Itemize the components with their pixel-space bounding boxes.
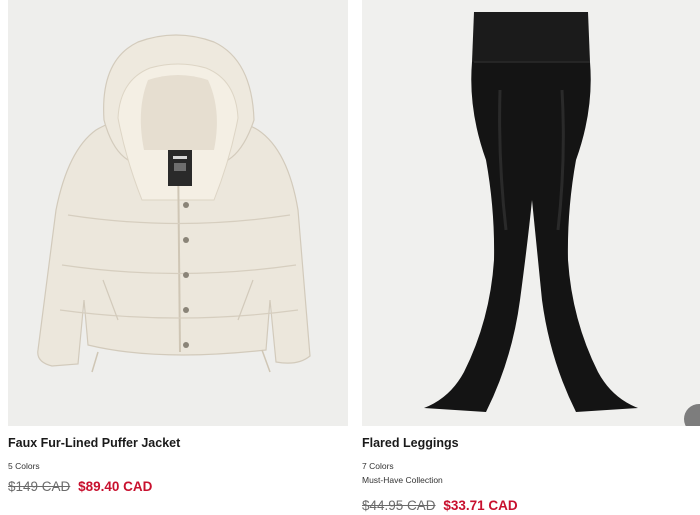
original-price: $149 CAD bbox=[8, 479, 71, 494]
sale-price: $89.40 CAD bbox=[78, 479, 153, 494]
product-name[interactable]: Faux Fur-Lined Puffer Jacket bbox=[8, 436, 348, 450]
product-card-puffer-jacket[interactable]: Faux Fur-Lined Puffer Jacket 5 Colors $1… bbox=[8, 0, 348, 495]
product-grid: Faux Fur-Lined Puffer Jacket 5 Colors $1… bbox=[0, 0, 700, 515]
sale-price: $33.71 CAD bbox=[443, 498, 518, 513]
puffer-jacket-image bbox=[37, 34, 311, 373]
product-price: $44.95 CAD $33.71 CAD bbox=[362, 498, 700, 514]
product-color-count: 5 Colors bbox=[8, 461, 40, 471]
product-card-flared-leggings[interactable]: Flared Leggings 7 Colors Must-Have Colle… bbox=[362, 0, 700, 514]
flared-leggings-image bbox=[424, 12, 638, 412]
original-price: $44.95 CAD bbox=[362, 498, 436, 513]
product-image-flared-leggings[interactable] bbox=[362, 0, 700, 426]
product-collection-badge: Must-Have Collection bbox=[362, 475, 443, 485]
product-color-count: 7 Colors bbox=[362, 461, 394, 471]
product-name[interactable]: Flared Leggings bbox=[362, 436, 700, 450]
product-price: $149 CAD $89.40 CAD bbox=[8, 479, 348, 495]
product-image-puffer-jacket[interactable] bbox=[8, 0, 348, 426]
